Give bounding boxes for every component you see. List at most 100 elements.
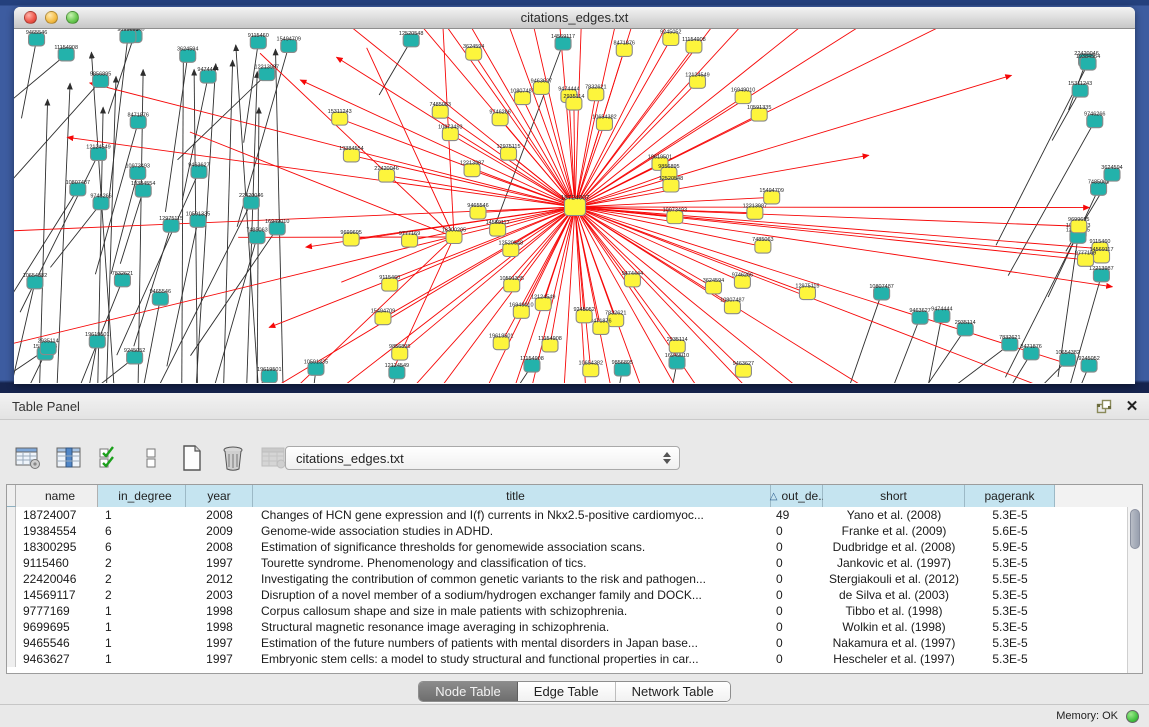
table-row[interactable]: 911546021997Tourette syndrome. Phenomeno…: [7, 555, 1142, 571]
table-cell[interactable]: de Silva et al. (2003): [823, 587, 965, 603]
table-cell[interactable]: 2008: [186, 539, 253, 555]
table-cell[interactable]: 2009: [186, 523, 253, 539]
network-window-titlebar[interactable]: citations_edges.txt: [14, 7, 1135, 29]
table-cell[interactable]: 5.3E-5: [965, 619, 1055, 635]
table-cell[interactable]: 49: [771, 507, 823, 523]
citation-network-graph[interactable]: 9465546224200461938455415311243122139871…: [14, 29, 1133, 383]
table-cell[interactable]: Yano et al. (2008): [823, 507, 965, 523]
table-cell[interactable]: 5.3E-5: [965, 635, 1055, 651]
table-cell[interactable]: 5.3E-5: [965, 587, 1055, 603]
minimize-window-button[interactable]: [45, 11, 58, 24]
table-cell[interactable]: 1: [98, 635, 186, 651]
table-row[interactable]: 2242004622012Investigating the contribut…: [7, 571, 1142, 587]
column-header-in_degree[interactable]: in_degree: [98, 485, 186, 507]
table-cell[interactable]: 0: [771, 587, 823, 603]
table-cell[interactable]: Embryonic stem cells: a model to study s…: [253, 651, 771, 667]
close-panel-button[interactable]: ✕: [1121, 397, 1143, 415]
table-row[interactable]: 969969511998Structural magnetic resonanc…: [7, 619, 1142, 635]
column-header-short[interactable]: short: [823, 485, 965, 507]
table-selector-dropdown[interactable]: citations_edges.txt: [285, 446, 680, 470]
table-cell[interactable]: 5.3E-5: [965, 603, 1055, 619]
tab-edge-table[interactable]: Edge Table: [518, 682, 616, 701]
table-cell[interactable]: 0: [771, 651, 823, 667]
table-cell[interactable]: Tibbo et al. (1998): [823, 603, 965, 619]
table-cell[interactable]: 14569117: [16, 587, 98, 603]
table-cell[interactable]: Hescheler et al. (1997): [823, 651, 965, 667]
table-cell[interactable]: 1: [98, 651, 186, 667]
table-cell[interactable]: 5.5E-5: [965, 571, 1055, 587]
table-cell[interactable]: 5.3E-5: [965, 555, 1055, 571]
table-cell[interactable]: Investigating the contribution of common…: [253, 571, 771, 587]
table-row[interactable]: 946362711997Embryonic stem cells: a mode…: [7, 651, 1142, 667]
new-table-button[interactable]: [178, 444, 206, 472]
table-cell[interactable]: 0: [771, 619, 823, 635]
table-cell[interactable]: 5.3E-5: [965, 507, 1055, 523]
table-cell[interactable]: 18300295: [16, 539, 98, 555]
table-cell[interactable]: 9463627: [16, 651, 98, 667]
table-row[interactable]: 1938455462009Genome-wide association stu…: [7, 523, 1142, 539]
column-chooser-button[interactable]: [55, 444, 83, 472]
table-settings-button[interactable]: [14, 444, 42, 472]
table-cell[interactable]: 0: [771, 635, 823, 651]
table-vertical-scrollbar[interactable]: [1127, 507, 1142, 673]
select-rows-button[interactable]: [96, 444, 124, 472]
table-row[interactable]: 1830029562008Estimation of significance …: [7, 539, 1142, 555]
table-cell[interactable]: 9115460: [16, 555, 98, 571]
table-row[interactable]: 946554611997Estimation of the future num…: [7, 635, 1142, 651]
table-cell[interactable]: 0: [771, 603, 823, 619]
table-cell[interactable]: 5.9E-5: [965, 539, 1055, 555]
table-cell[interactable]: 9465546: [16, 635, 98, 651]
network-window[interactable]: citations_edges.txt 94655462242004619384…: [14, 7, 1135, 384]
table-row[interactable]: 1456911722003Disruption of a novel membe…: [7, 587, 1142, 603]
table-cell[interactable]: Nakamura et al. (1997): [823, 635, 965, 651]
table-cell[interactable]: 1: [98, 603, 186, 619]
table-cell[interactable]: 19384554: [16, 523, 98, 539]
scrollbar-thumb[interactable]: [1130, 509, 1140, 549]
table-cell[interactable]: 5.3E-5: [965, 651, 1055, 667]
table-cell[interactable]: 1997: [186, 555, 253, 571]
float-panel-button[interactable]: [1093, 397, 1115, 415]
table-cell[interactable]: 1998: [186, 603, 253, 619]
delete-table-button[interactable]: [219, 444, 247, 472]
table-cell[interactable]: 2: [98, 571, 186, 587]
table-cell[interactable]: Estimation of the future numbers of pati…: [253, 635, 771, 651]
table-cell[interactable]: 0: [771, 539, 823, 555]
table-cell[interactable]: 1997: [186, 651, 253, 667]
table-cell[interactable]: 2012: [186, 571, 253, 587]
column-header-name[interactable]: name: [16, 485, 98, 507]
table-cell[interactable]: Dudbridge et al. (2008): [823, 539, 965, 555]
table-cell[interactable]: 0: [771, 555, 823, 571]
table-cell[interactable]: 1998: [186, 619, 253, 635]
table-cell[interactable]: 0: [771, 571, 823, 587]
close-window-button[interactable]: [24, 11, 37, 24]
table-cell[interactable]: 18724007: [16, 507, 98, 523]
clear-selection-button[interactable]: [137, 444, 165, 472]
table-cell[interactable]: 6: [98, 523, 186, 539]
tab-node-table[interactable]: Node Table: [419, 682, 518, 701]
zoom-window-button[interactable]: [66, 11, 79, 24]
table-cell[interactable]: 2003: [186, 587, 253, 603]
table-cell[interactable]: Tourette syndrome. Phenomenology and cla…: [253, 555, 771, 571]
table-row[interactable]: 977716911998Corpus callosum shape and si…: [7, 603, 1142, 619]
table-cell[interactable]: 2: [98, 587, 186, 603]
table-cell[interactable]: Franke et al. (2009): [823, 523, 965, 539]
table-cell[interactable]: Structural magnetic resonance image aver…: [253, 619, 771, 635]
table-cell[interactable]: 9777169: [16, 603, 98, 619]
network-canvas[interactable]: 9465546224200461938455415311243122139871…: [14, 29, 1133, 383]
table-cell[interactable]: Corpus callosum shape and size in male p…: [253, 603, 771, 619]
column-header-year[interactable]: year: [186, 485, 253, 507]
table-cell[interactable]: Disruption of a novel member of a sodium…: [253, 587, 771, 603]
column-header-out_de[interactable]: △out_de...: [771, 485, 823, 507]
column-header-title[interactable]: title: [253, 485, 771, 507]
tab-network-table[interactable]: Network Table: [616, 682, 730, 701]
column-header-pagerank[interactable]: pagerank: [965, 485, 1055, 507]
table-cell[interactable]: 2: [98, 555, 186, 571]
table-cell[interactable]: 6: [98, 539, 186, 555]
table-cell[interactable]: Jankovic et al. (1997): [823, 555, 965, 571]
memory-status-indicator[interactable]: [1126, 710, 1139, 723]
table-cell[interactable]: Estimation of significance thresholds fo…: [253, 539, 771, 555]
table-cell[interactable]: Genome-wide association studies in ADHD.: [253, 523, 771, 539]
table-cell[interactable]: 1: [98, 619, 186, 635]
table-cell[interactable]: 5.6E-5: [965, 523, 1055, 539]
table-cell[interactable]: Stergiakouli et al. (2012): [823, 571, 965, 587]
